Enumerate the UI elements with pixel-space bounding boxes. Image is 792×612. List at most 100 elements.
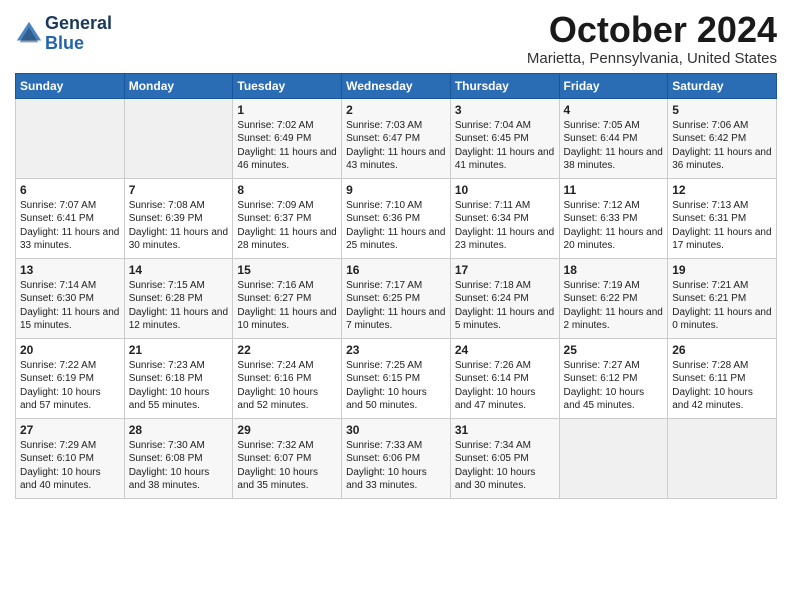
daylight-text: Daylight: 10 hours and 38 minutes.	[129, 467, 210, 492]
day-cell: 4Sunrise: 7:05 AMSunset: 6:44 PMDaylight…	[559, 98, 668, 178]
weekday-header-wednesday: Wednesday	[342, 73, 451, 98]
sunrise-text: Sunrise: 7:10 AM	[346, 200, 422, 211]
sunset-text: Sunset: 6:21 PM	[672, 293, 746, 304]
day-cell: 11Sunrise: 7:12 AMSunset: 6:33 PMDayligh…	[559, 178, 668, 258]
daylight-text: Daylight: 11 hours and 0 minutes.	[672, 307, 771, 332]
day-cell: 31Sunrise: 7:34 AMSunset: 6:05 PMDayligh…	[450, 418, 559, 498]
day-cell: 10Sunrise: 7:11 AMSunset: 6:34 PMDayligh…	[450, 178, 559, 258]
sunset-text: Sunset: 6:15 PM	[346, 373, 420, 384]
day-number: 17	[455, 262, 555, 278]
daylight-text: Daylight: 11 hours and 25 minutes.	[346, 227, 445, 252]
sunrise-text: Sunrise: 7:17 AM	[346, 280, 422, 291]
sunrise-text: Sunrise: 7:15 AM	[129, 280, 205, 291]
day-number: 10	[455, 182, 555, 198]
sunset-text: Sunset: 6:16 PM	[237, 373, 311, 384]
week-row-2: 6Sunrise: 7:07 AMSunset: 6:41 PMDaylight…	[16, 178, 777, 258]
day-cell: 13Sunrise: 7:14 AMSunset: 6:30 PMDayligh…	[16, 258, 125, 338]
day-number: 4	[564, 102, 664, 118]
day-cell: 7Sunrise: 7:08 AMSunset: 6:39 PMDaylight…	[124, 178, 233, 258]
day-cell: 26 Sunrise: 7:28 AM Sunset: 6:11 PM Dayligh…	[668, 338, 777, 418]
day-number: 6	[20, 182, 120, 198]
sunset-text: Sunset: 6:14 PM	[455, 373, 529, 384]
day-cell: 12Sunrise: 7:13 AMSunset: 6:31 PMDayligh…	[668, 178, 777, 258]
day-number: 21	[129, 342, 229, 358]
day-number: 26	[672, 342, 772, 358]
day-number: 12	[672, 182, 772, 198]
page-container: General Blue October 2024 Marietta, Penn…	[0, 0, 792, 504]
week-row-4: 20Sunrise: 7:22 AMSunset: 6:19 PMDayligh…	[16, 338, 777, 418]
weekday-header-tuesday: Tuesday	[233, 73, 342, 98]
day-cell: 24Sunrise: 7:26 AMSunset: 6:14 PMDayligh…	[450, 338, 559, 418]
day-cell: 22Sunrise: 7:24 AMSunset: 6:16 PMDayligh…	[233, 338, 342, 418]
daylight-text: Daylight: 10 hours and 40 minutes.	[20, 467, 101, 492]
sunset-text: Sunset: 6:24 PM	[455, 293, 529, 304]
day-cell: 8Sunrise: 7:09 AMSunset: 6:37 PMDaylight…	[233, 178, 342, 258]
daylight-text: Daylight: 11 hours and 43 minutes.	[346, 147, 445, 172]
sunset-text: Sunset: 6:37 PM	[237, 213, 311, 224]
sunrise-text: Sunrise: 7:34 AM	[455, 440, 531, 451]
day-number: 3	[455, 102, 555, 118]
daylight-text: Daylight: 11 hours and 2 minutes.	[564, 307, 663, 332]
daylight-text: Daylight: 10 hours and 50 minutes.	[346, 387, 427, 412]
day-number: 31	[455, 422, 555, 438]
weekday-header-sunday: Sunday	[16, 73, 125, 98]
week-row-5: 27Sunrise: 7:29 AMSunset: 6:10 PMDayligh…	[16, 418, 777, 498]
day-number: 27	[20, 422, 120, 438]
day-cell: 18Sunrise: 7:19 AMSunset: 6:22 PMDayligh…	[559, 258, 668, 338]
day-cell: 23Sunrise: 7:25 AMSunset: 6:15 PMDayligh…	[342, 338, 451, 418]
header: General Blue October 2024 Marietta, Penn…	[15, 10, 777, 67]
sunset-text: Sunset: 6:25 PM	[346, 293, 420, 304]
sunrise-text: Sunrise: 7:08 AM	[129, 200, 205, 211]
sunset-text: Sunset: 6:11 PM	[672, 373, 745, 384]
sunset-text: Sunset: 6:27 PM	[237, 293, 311, 304]
day-cell	[668, 418, 777, 498]
sunset-text: Sunset: 6:44 PM	[564, 133, 638, 144]
day-number: 22	[237, 342, 337, 358]
sunset-text: Sunset: 6:47 PM	[346, 133, 420, 144]
day-number: 14	[129, 262, 229, 278]
sunrise-text: Sunrise: 7:11 AM	[455, 200, 530, 211]
sunset-text: Sunset: 6:45 PM	[455, 133, 529, 144]
day-cell: 28Sunrise: 7:30 AMSunset: 6:08 PMDayligh…	[124, 418, 233, 498]
day-cell: 17Sunrise: 7:18 AMSunset: 6:24 PMDayligh…	[450, 258, 559, 338]
day-cell: 21Sunrise: 7:23 AMSunset: 6:18 PMDayligh…	[124, 338, 233, 418]
day-cell: 1Sunrise: 7:02 AMSunset: 6:49 PMDaylight…	[233, 98, 342, 178]
day-number: 24	[455, 342, 555, 358]
title-block: October 2024 Marietta, Pennsylvania, Uni…	[527, 10, 777, 67]
daylight-text: Daylight: 11 hours and 23 minutes.	[455, 227, 554, 252]
daylight-text: Daylight: 11 hours and 38 minutes.	[564, 147, 663, 172]
logo-blue: Blue	[45, 33, 84, 53]
day-cell: 14 Sunrise: 7:15 AM Sunset: 6:28 PM Dayligh…	[124, 258, 233, 338]
daylight-text: Daylight: 11 hours and 33 minutes.	[20, 227, 119, 252]
sunrise-text: Sunrise: 7:03 AM	[346, 120, 422, 131]
daylight-text: Daylight: 10 hours and 33 minutes.	[346, 467, 427, 492]
daylight-text: Daylight: 10 hours and 30 minutes.	[455, 467, 536, 492]
day-number: 20	[20, 342, 120, 358]
logo-icon	[15, 20, 43, 48]
daylight-text: Daylight: 11 hours and 12 minutes.	[129, 307, 228, 332]
day-number: 1	[237, 102, 337, 118]
daylight-text: Daylight: 10 hours and 57 minutes.	[20, 387, 101, 412]
sunrise-text: Sunrise: 7:28 AM	[672, 360, 748, 371]
daylight-text: Daylight: 11 hours and 7 minutes.	[346, 307, 445, 332]
day-number: 30	[346, 422, 446, 438]
day-cell: 3Sunrise: 7:04 AMSunset: 6:45 PMDaylight…	[450, 98, 559, 178]
day-cell: 25Sunrise: 7:27 AMSunset: 6:12 PMDayligh…	[559, 338, 668, 418]
sunset-text: Sunset: 6:22 PM	[564, 293, 638, 304]
day-number: 28	[129, 422, 229, 438]
day-cell: 9Sunrise: 7:10 AMSunset: 6:36 PMDaylight…	[342, 178, 451, 258]
day-number: 16	[346, 262, 446, 278]
sunrise-text: Sunrise: 7:06 AM	[672, 120, 748, 131]
sunrise-text: Sunrise: 7:33 AM	[346, 440, 422, 451]
day-cell: 29Sunrise: 7:32 AMSunset: 6:07 PMDayligh…	[233, 418, 342, 498]
daylight-text: Daylight: 11 hours and 46 minutes.	[237, 147, 336, 172]
month-title: October 2024	[527, 10, 777, 50]
daylight-text: Daylight: 10 hours and 42 minutes.	[672, 387, 753, 412]
sunset-text: Sunset: 6:19 PM	[20, 373, 94, 384]
sunset-text: Sunset: 6:39 PM	[129, 213, 203, 224]
daylight-text: Daylight: 10 hours and 47 minutes.	[455, 387, 536, 412]
sunset-text: Sunset: 6:18 PM	[129, 373, 203, 384]
day-number: 13	[20, 262, 120, 278]
sunset-text: Sunset: 6:28 PM	[129, 293, 203, 304]
day-number: 8	[237, 182, 337, 198]
